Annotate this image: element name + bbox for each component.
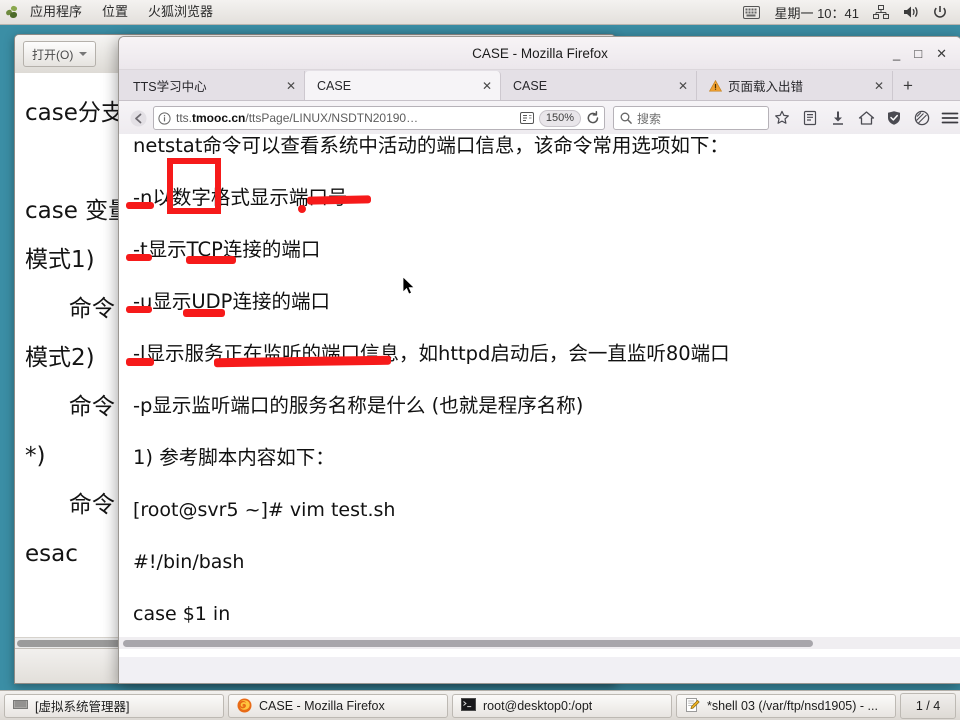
panel-status-area: 星期一 10：41 <box>736 0 960 24</box>
reader-mode-icon[interactable] <box>519 112 534 124</box>
doc-line-t: -t显示TCP连接的端口 <box>133 238 321 261</box>
doc-line-p: -p显示监听端口的服务名称是什么 (也就是程序名称) <box>133 394 584 417</box>
page-info-icon[interactable] <box>158 111 171 125</box>
search-placeholder: 搜索 <box>637 111 662 126</box>
tab-case-second[interactable]: CASE ✕ <box>501 71 697 100</box>
taskbar-label: *shell 03 (/var/ftp/nsd1905) - ... <box>707 698 878 713</box>
hamburger-menu-icon[interactable] <box>937 105 960 131</box>
workspace-indicator[interactable]: 1 / 4 <box>900 692 956 719</box>
power-icon[interactable] <box>926 0 954 24</box>
gedit-icon <box>685 698 700 713</box>
window-title: CASE - Mozilla Firefox <box>472 45 608 61</box>
tab-label: TTS学习中心 <box>133 80 207 94</box>
maximize-button[interactable]: □ <box>914 47 922 60</box>
back-icon[interactable] <box>125 105 151 131</box>
tab-case-active[interactable]: CASE ✕ <box>305 71 501 100</box>
annotation-underline-udp <box>183 309 225 317</box>
tab-label: 页面载入出错 <box>728 80 804 94</box>
doc-line-script-intro: 1) 参考脚本内容如下： <box>133 446 335 469</box>
menu-places[interactable]: 位置 <box>92 0 138 24</box>
annotation-dot <box>298 205 306 213</box>
tab-close-icon[interactable]: ✕ <box>282 79 296 93</box>
annotation-underline-port-number <box>306 195 372 205</box>
taskbar-item-firefox[interactable]: CASE - Mozilla Firefox <box>228 693 448 718</box>
library-icon[interactable] <box>797 105 823 131</box>
annotation-underline-u <box>126 306 152 313</box>
top-panel: 应用程序 位置 火狐浏览器 星期一 10：41 <box>0 0 960 25</box>
doc-line-case: case $1 in <box>133 603 231 625</box>
search-icon <box>620 112 632 124</box>
virt-manager-icon <box>13 698 28 713</box>
doc-line-intro: netstat命令可以查看系统中活动的端口信息，该命令常用选项如下： <box>133 134 729 157</box>
doc-line-l: -l显示服务正在监听的端口信息，如httpd启动后，会一直监听80端口 <box>133 342 730 365</box>
taskbar-label: [虚拟系统管理器] <box>35 700 130 714</box>
url-host: tmooc.cn <box>192 111 246 125</box>
taskbar: [虚拟系统管理器] CASE - Mozilla Firefox root@de… <box>0 690 960 720</box>
tab-page-load-error[interactable]: 页面载入出错 ✕ <box>697 71 893 100</box>
gedit-open-button[interactable]: 打开(O) <box>23 41 97 67</box>
firefox-window[interactable]: CASE - Mozilla Firefox _ □ ✕ TTS学习中心 ✕ C… <box>118 36 960 684</box>
search-bar[interactable]: 搜索 <box>613 106 769 130</box>
annotation-underline-n <box>126 202 154 209</box>
url-path: /ttsPage/LINUX/NSDTN20190… <box>245 111 419 125</box>
navigation-toolbar: tts.tmooc.cn/ttsPage/LINUX/NSDTN20190… 1… <box>119 101 960 136</box>
page-content[interactable]: netstat命令可以查看系统中活动的端口信息，该命令常用选项如下： -n以数字… <box>119 134 960 657</box>
taskbar-item-virt-manager[interactable]: [虚拟系统管理器] <box>4 693 224 718</box>
warning-icon <box>709 79 722 92</box>
zoom-level-badge[interactable]: 150% <box>538 109 581 127</box>
applications-logo-icon[interactable] <box>5 4 20 19</box>
tab-label: CASE <box>317 78 352 93</box>
gedit-open-label: 打开(O) <box>32 47 74 62</box>
tab-close-icon[interactable]: ✕ <box>870 79 884 93</box>
doc-line-shebang: #!/bin/bash <box>133 551 245 573</box>
close-button[interactable]: ✕ <box>936 47 947 60</box>
taskbar-label: CASE - Mozilla Firefox <box>259 698 385 713</box>
firefox-titlebar: CASE - Mozilla Firefox _ □ ✕ <box>119 37 960 70</box>
tab-bar: TTS学习中心 ✕ CASE ✕ CASE ✕ 页面载入出错 ✕ + <box>119 70 960 101</box>
shield-icon[interactable] <box>881 105 907 131</box>
network-icon[interactable] <box>866 0 896 24</box>
new-tab-button[interactable]: + <box>893 72 923 100</box>
taskbar-item-terminal[interactable]: root@desktop0:/opt <box>452 693 672 718</box>
annotation-box-shuzi <box>167 158 221 214</box>
volume-icon[interactable] <box>896 0 926 24</box>
terminal-icon <box>461 698 476 713</box>
doc-line-n: -n以数字格式显示端口号 <box>133 186 348 209</box>
sync-icon[interactable] <box>909 105 935 131</box>
minimize-button[interactable]: _ <box>893 47 900 60</box>
chevron-down-icon <box>79 52 88 56</box>
window-controls: _ □ ✕ <box>893 37 955 69</box>
home-icon[interactable] <box>853 105 879 131</box>
clock[interactable]: 星期一 10：41 <box>767 0 866 24</box>
firefox-icon <box>237 698 252 713</box>
toolbar-icons <box>769 105 960 131</box>
url-host-prefix: tts. <box>176 111 193 125</box>
annotation-underline-tcp <box>186 256 236 264</box>
annotation-underline-t <box>126 254 152 261</box>
reload-icon[interactable] <box>586 111 600 125</box>
taskbar-label: root@desktop0:/opt <box>483 698 593 713</box>
page-document: netstat命令可以查看系统中活动的端口信息，该命令常用选项如下： -n以数字… <box>119 134 960 657</box>
url-bar[interactable]: tts.tmooc.cn/ttsPage/LINUX/NSDTN20190… 1… <box>153 106 605 130</box>
tab-tts-learning-center[interactable]: TTS学习中心 ✕ <box>121 71 305 100</box>
menu-firefox[interactable]: 火狐浏览器 <box>138 0 223 24</box>
page-horizontal-scrollbar[interactable] <box>119 637 960 649</box>
tab-label: CASE <box>513 78 548 93</box>
keyboard-icon[interactable] <box>736 0 767 24</box>
url-text: tts.tmooc.cn/ttsPage/LINUX/NSDTN20190… <box>176 111 515 125</box>
tab-close-icon[interactable]: ✕ <box>674 79 688 93</box>
doc-line-u: -u显示UDP连接的端口 <box>133 290 330 313</box>
page-scroll-thumb[interactable] <box>123 640 814 647</box>
taskbar-item-gedit[interactable]: *shell 03 (/var/ftp/nsd1905) - ... <box>676 693 896 718</box>
downloads-icon[interactable] <box>825 105 851 131</box>
tab-close-icon[interactable]: ✕ <box>478 79 492 93</box>
annotation-underline-l <box>126 358 154 366</box>
doc-line-prompt: [root@svr5 ~]# vim test.sh <box>133 499 396 521</box>
menu-applications[interactable]: 应用程序 <box>20 0 92 24</box>
bookmark-star-icon[interactable] <box>769 105 795 131</box>
